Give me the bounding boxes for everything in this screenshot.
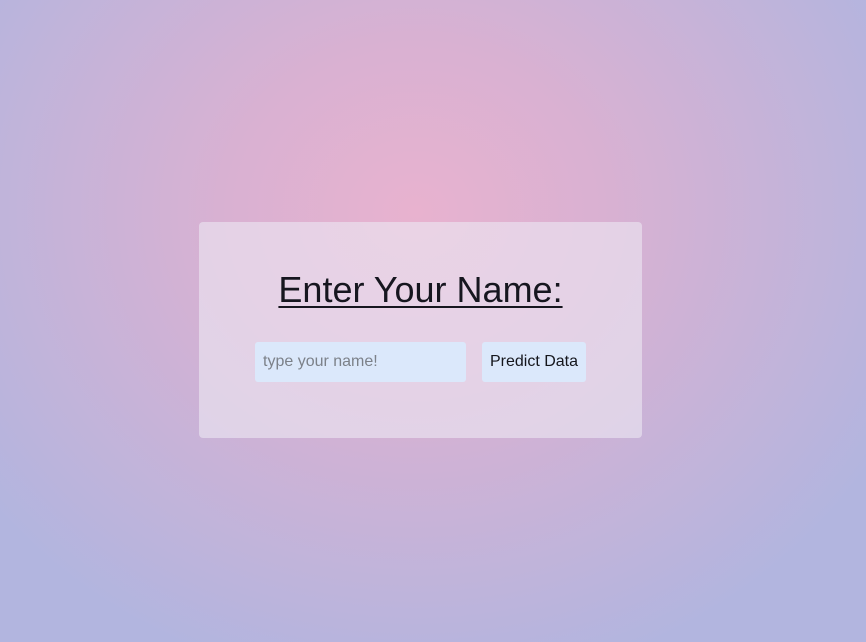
predict-data-button[interactable]: Predict Data bbox=[482, 342, 586, 382]
name-input[interactable] bbox=[255, 342, 466, 382]
name-form-card: Enter Your Name: Predict Data bbox=[199, 222, 642, 438]
form-heading: Enter Your Name: bbox=[278, 269, 563, 310]
